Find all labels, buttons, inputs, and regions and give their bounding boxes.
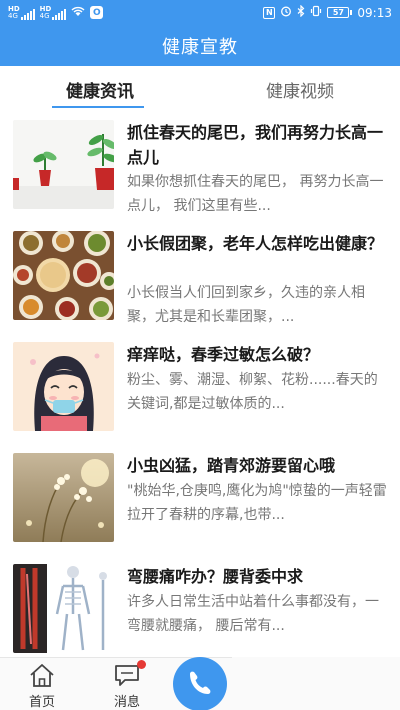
article-list[interactable]: 抓住春天的尾巴，我们再努力长高一点儿 如果你想抓住春天的尾巴， 再努力长高一点儿… xyxy=(0,112,400,657)
list-item[interactable]: 痒痒哒，春季过敏怎么破？ 粉尘、雾、潮湿、柳絮、花粉......春天的关键词,都… xyxy=(0,334,400,444)
battery-level: 57 xyxy=(327,7,350,18)
article-summary: 许多人日常生活中站着什么事都没有，一弯腰就腰痛， 腰后常有... xyxy=(127,594,379,634)
list-item[interactable]: 抓住春天的尾巴，我们再努力长高一点儿 如果你想抓住春天的尾巴， 再努力长高一点儿… xyxy=(0,112,400,222)
article-summary: 如果你想抓住春天的尾巴， 再努力长高一点儿， 我们这里有些... xyxy=(127,174,384,214)
anatomy-skeleton-thumbnail xyxy=(13,564,114,653)
signal-bars-icon xyxy=(20,8,35,20)
article-summary: 粉尘、雾、潮湿、柳絮、花粉......春天的关键词,都是过敏体质的... xyxy=(127,372,378,412)
list-item[interactable]: 小长假团聚，老年人怎样吃出健康？ 小长假当人们回到家乡，久违的亲人相聚，尤其是和… xyxy=(0,223,400,333)
nav-home[interactable]: 首页 xyxy=(12,658,72,710)
spring-flowers-thumbnail xyxy=(13,453,114,542)
call-button[interactable] xyxy=(170,652,230,710)
tab-health-videos[interactable]: 健康视频 xyxy=(200,66,400,112)
signal-sim1: HD 4G xyxy=(8,5,35,20)
tab-bar: 健康资讯 健康视频 xyxy=(0,66,400,112)
status-time: 09:13 xyxy=(357,5,392,20)
home-icon xyxy=(30,664,54,687)
page-header: 健康宣教 xyxy=(0,25,400,66)
tab-label: 健康视频 xyxy=(266,81,334,102)
list-item[interactable]: 弯腰痛咋办？腰背委中求 许多人日常生活中站着什么事都没有，一弯腰就腰痛， 腰后常… xyxy=(0,556,400,657)
phone-icon xyxy=(173,657,227,710)
page-title: 健康宣教 xyxy=(162,36,238,58)
status-left: HD 4G HD 4G O xyxy=(8,5,104,20)
tab-health-news[interactable]: 健康资讯 xyxy=(0,66,200,112)
nav-fade-overlay xyxy=(232,657,400,710)
list-item[interactable]: 小虫凶猛，踏青郊游要留心哦 "桃始华,仓庚鸣,鹰化为鸠"惊蛰的一声轻雷拉开了春耕… xyxy=(0,445,400,555)
article-title: 小长假团聚，老年人怎样吃出健康？ xyxy=(127,234,384,253)
article-title: 抓住春天的尾巴，我们再努力长高一点儿 xyxy=(127,123,384,167)
nav-messages[interactable]: 消息 xyxy=(97,658,157,710)
nav-home-label: 首页 xyxy=(28,695,55,710)
vibrate-icon xyxy=(310,5,322,20)
net2-label: 4G xyxy=(39,11,50,20)
signal-bars-icon xyxy=(52,8,67,20)
article-title: 弯腰痛咋办？腰背委中求 xyxy=(127,567,304,586)
wifi-icon xyxy=(71,6,85,20)
nfc-icon: N xyxy=(263,6,276,19)
tab-label: 健康资讯 xyxy=(66,81,134,102)
battery-icon: 57 xyxy=(327,7,353,18)
status-bar: HD 4G HD 4G O N 57 09:13 xyxy=(0,0,400,25)
article-summary: "桃始华,仓庚鸣,鹰化为鸠"惊蛰的一声轻雷拉开了春耕的序幕,也带... xyxy=(127,483,387,523)
alarm-icon xyxy=(280,5,292,20)
net1-label: 4G xyxy=(8,11,18,20)
family-dinner-thumbnail xyxy=(13,231,114,320)
article-title: 小虫凶猛，踏青郊游要留心哦 xyxy=(127,456,336,475)
status-right: N 57 09:13 xyxy=(263,4,392,20)
article-title: 痒痒哒，春季过敏怎么破？ xyxy=(127,345,320,364)
app-notification-icon: O xyxy=(90,6,104,19)
nav-messages-label: 消息 xyxy=(113,695,140,710)
anime-girl-mask-thumbnail xyxy=(13,342,114,431)
bluetooth-icon xyxy=(297,4,305,20)
sprout-plants-thumbnail xyxy=(13,120,114,209)
signal-sim2: HD 4G xyxy=(39,5,67,20)
article-summary: 小长假当人们回到家乡，久违的亲人相聚，尤其是和长辈团聚，... xyxy=(127,285,365,325)
message-badge-dot xyxy=(137,660,146,669)
